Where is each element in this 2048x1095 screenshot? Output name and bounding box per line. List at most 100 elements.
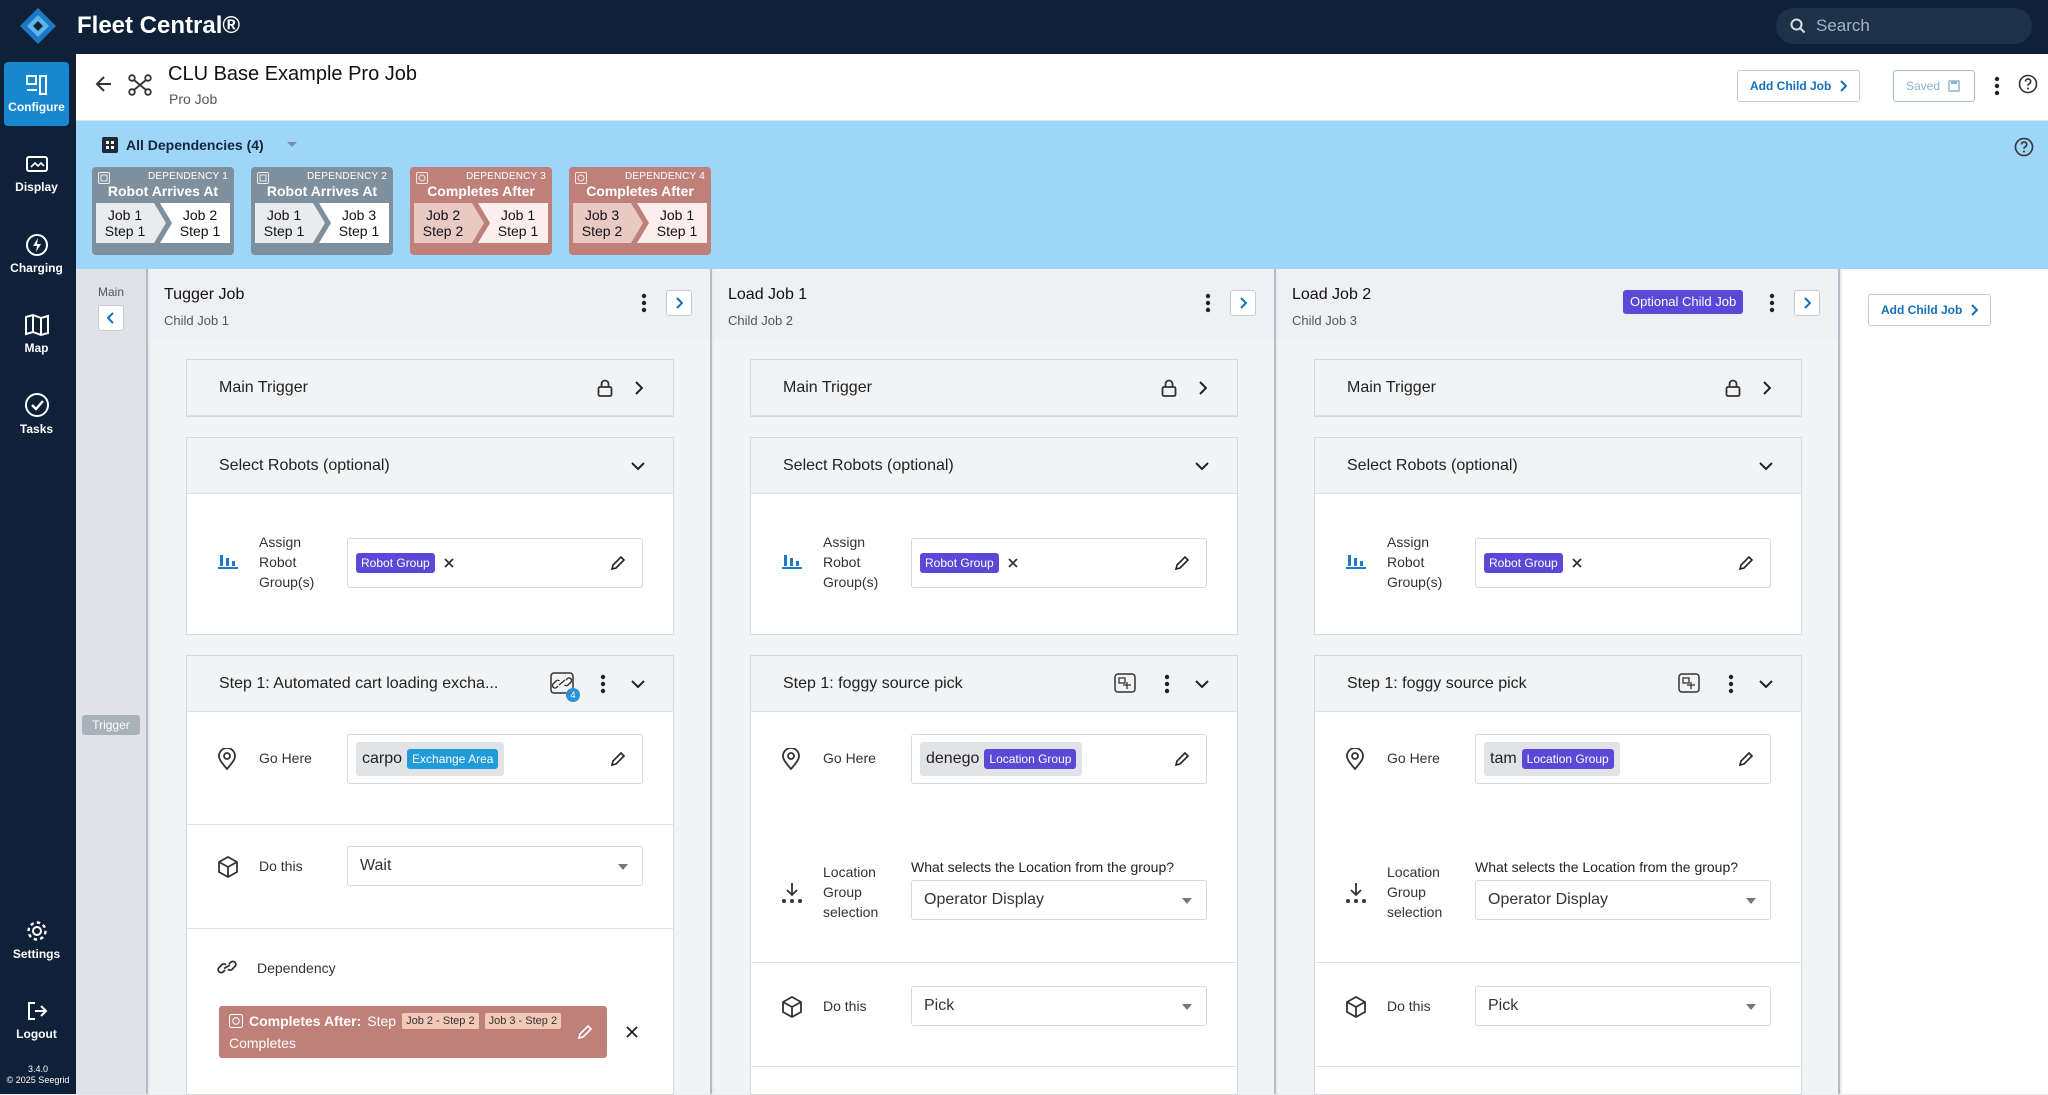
nav-tasks[interactable]: Tasks — [4, 382, 69, 446]
nav-charging[interactable]: Charging — [4, 222, 69, 286]
expand-job-button[interactable] — [1230, 290, 1256, 316]
divider — [751, 1066, 1237, 1067]
dependency-card[interactable]: DEPENDENCY 4 Completes After Job 3 Step 2… — [569, 167, 711, 255]
card-header[interactable]: Step 1: foggy source pick — [751, 656, 1237, 712]
chevron-down-icon[interactable] — [631, 680, 645, 688]
location-selection-select[interactable]: Operator Display — [1475, 880, 1771, 920]
edit-pencil-icon[interactable] — [1174, 751, 1190, 767]
package-icon — [217, 856, 239, 878]
add-child-job-button[interactable]: Add Child Job — [1868, 294, 1992, 326]
dependency-card[interactable]: DEPENDENCY 2 Robot Arrives At Job 1 Step … — [251, 167, 393, 255]
robot-group-field[interactable]: Robot Group — [347, 538, 643, 588]
more-options-icon[interactable] — [1728, 674, 1734, 694]
edit-pencil-icon[interactable] — [1738, 751, 1754, 767]
chevron-down-icon[interactable] — [1759, 680, 1773, 688]
expand-job-button[interactable] — [1794, 290, 1820, 316]
more-options-icon[interactable] — [1205, 293, 1211, 313]
do-this-select[interactable]: Pick — [1475, 986, 1771, 1026]
dep-right-step: Step 1 — [338, 223, 380, 239]
back-arrow-icon[interactable] — [94, 74, 114, 94]
edit-pencil-icon[interactable] — [1174, 555, 1190, 571]
nav-display[interactable]: Display — [4, 142, 69, 206]
go-here-field[interactable]: tam Location Group — [1475, 734, 1771, 784]
dependency-number: DEPENDENCY 1 — [147, 171, 228, 182]
dependency-card[interactable]: DEPENDENCY 1 Robot Arrives At Job 1 Step … — [92, 167, 234, 255]
dependency-kind: Robot Arrives At — [266, 183, 378, 199]
column-header: Load Job 2 Child Job 3 Optional Child Jo… — [1278, 269, 1838, 339]
add-child-job-button[interactable]: Add Child Job — [1737, 70, 1861, 102]
location-selection-value: Operator Display — [1488, 891, 1609, 908]
location-selection-select[interactable]: Operator Display — [911, 880, 1207, 920]
go-here-field[interactable]: carpo Exchange Area — [347, 734, 643, 784]
search-placeholder: Search — [1816, 16, 1870, 35]
do-this-select[interactable]: Wait — [347, 846, 643, 886]
more-options-icon[interactable] — [1769, 293, 1775, 313]
dep-left-job: Job 2 — [425, 207, 461, 223]
close-icon[interactable] — [625, 1025, 639, 1039]
help-icon[interactable] — [2014, 137, 2034, 157]
chevron-down-icon[interactable] — [1759, 462, 1773, 470]
do-this-select[interactable]: Pick — [911, 986, 1207, 1026]
main-trigger-card[interactable]: Main Trigger — [186, 359, 674, 417]
card-header[interactable]: Select Robots (optional) — [751, 438, 1237, 494]
chevron-down-icon — [286, 142, 297, 147]
child-job-title: Load Job 1 — [728, 286, 808, 303]
search-input[interactable]: Search — [1776, 8, 2032, 44]
chevron-down-icon[interactable] — [1195, 462, 1209, 470]
chevron-right-icon[interactable] — [1199, 381, 1207, 395]
main-trigger-card[interactable]: Main Trigger — [1314, 359, 1802, 417]
select-robots-card: Select Robots (optional) Assign Robot Gr… — [750, 437, 1238, 635]
page-subtitle: Pro Job — [169, 91, 218, 107]
saved-button[interactable]: Saved — [1893, 70, 1975, 102]
more-options-icon[interactable] — [641, 293, 647, 313]
dependency-kind: Completes After — [586, 183, 694, 199]
edit-pencil-icon[interactable] — [577, 1024, 593, 1040]
child-job-subtitle: Child Job 2 — [728, 313, 794, 328]
location-pin-icon — [217, 748, 237, 770]
dep-right-step: Step 1 — [497, 223, 539, 239]
nav-settings[interactable]: Settings — [4, 908, 69, 972]
close-icon[interactable] — [443, 557, 455, 569]
chevron-down-icon[interactable] — [631, 462, 645, 470]
go-here-field[interactable]: denego Location Group — [911, 734, 1207, 784]
help-icon[interactable] — [2018, 74, 2038, 94]
edit-pencil-icon[interactable] — [610, 751, 626, 767]
robot-group-field[interactable]: Robot Group — [911, 538, 1207, 588]
more-options-icon[interactable] — [600, 674, 606, 694]
card-header[interactable]: Step 1: Automated cart loading excha... … — [187, 656, 673, 712]
add-child-job-label: Add Child Job — [1750, 79, 1832, 93]
robot-group-field[interactable]: Robot Group — [1475, 538, 1771, 588]
card-header[interactable]: Select Robots (optional) — [1315, 438, 1801, 494]
edit-pencil-icon[interactable] — [610, 555, 626, 571]
location-name: denego — [926, 750, 980, 767]
dependency-step-word: Step — [367, 1013, 397, 1029]
expand-job-button[interactable] — [666, 290, 692, 316]
all-dependencies-dropdown[interactable]: All Dependencies (4) — [102, 137, 298, 153]
nav-map[interactable]: Map — [4, 302, 69, 366]
chevron-right-icon[interactable] — [1763, 381, 1771, 395]
nav-logout[interactable]: Logout — [4, 988, 69, 1052]
dep-left-step: Step 1 — [104, 223, 146, 239]
trigger-tag: Trigger — [82, 715, 140, 735]
robot-group-icon — [217, 552, 239, 570]
card-header[interactable]: Select Robots (optional) — [187, 438, 673, 494]
nav-configure[interactable]: Configure — [4, 62, 69, 126]
dependency-type-icon — [416, 172, 428, 184]
edit-pencil-icon[interactable] — [1738, 555, 1754, 571]
dependency-count-badge: 4 — [566, 688, 580, 702]
dep-left-job: Job 3 — [584, 207, 620, 223]
robot-group-badge: Robot Group — [356, 553, 435, 573]
dependency-card[interactable]: DEPENDENCY 3 Completes After Job 2 Step 2… — [410, 167, 552, 255]
dependency-chip[interactable]: Completes After: Step Job 2 - Step 2 Job… — [219, 1006, 607, 1058]
more-options-icon[interactable] — [1994, 76, 2000, 96]
logo-icon[interactable] — [18, 6, 58, 46]
more-options-icon[interactable] — [1164, 674, 1170, 694]
chevron-down-icon[interactable] — [1195, 680, 1209, 688]
assign-robot-groups-label: Assign Robot Group(s) — [823, 534, 879, 590]
main-trigger-card[interactable]: Main Trigger — [750, 359, 1238, 417]
collapse-main-button[interactable] — [98, 305, 124, 331]
close-icon[interactable] — [1571, 557, 1583, 569]
close-icon[interactable] — [1007, 557, 1019, 569]
chevron-right-icon[interactable] — [635, 381, 643, 395]
card-header[interactable]: Step 1: foggy source pick — [1315, 656, 1801, 712]
